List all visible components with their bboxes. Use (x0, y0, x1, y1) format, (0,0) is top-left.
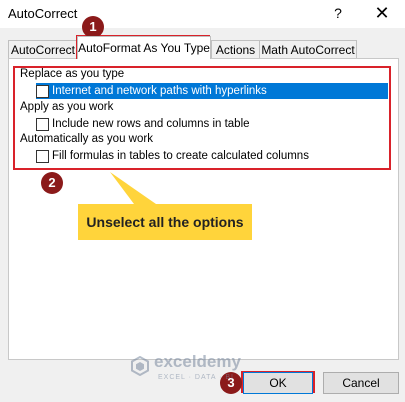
step-badge-1: 1 (82, 16, 104, 38)
callout: Unselect all the options (78, 204, 252, 240)
ok-button[interactable]: OK (243, 372, 313, 394)
tab-autocorrect[interactable]: AutoCorrect (8, 40, 78, 59)
tab-autoformat-as-you-type[interactable]: AutoFormat As You Type (77, 36, 211, 59)
watermark-name: exceldemy (154, 352, 241, 371)
step-badge-2: 2 (41, 172, 63, 194)
close-button[interactable]: ✕ (370, 2, 394, 24)
highlight-box-options (13, 66, 391, 170)
help-button[interactable]: ? (326, 2, 350, 24)
callout-pointer (110, 172, 156, 204)
cancel-button[interactable]: Cancel (323, 372, 399, 394)
title-bar: AutoCorrect ? ✕ (0, 0, 405, 28)
window-title: AutoCorrect (8, 6, 78, 21)
tab-actions[interactable]: Actions (211, 40, 260, 59)
tab-math-autocorrect[interactable]: Math AutoCorrect (259, 40, 357, 59)
watermark-tagline: EXCEL · DATA · BI (158, 374, 234, 381)
exceldemy-logo-icon (131, 356, 149, 376)
callout-text: Unselect all the options (86, 214, 244, 230)
